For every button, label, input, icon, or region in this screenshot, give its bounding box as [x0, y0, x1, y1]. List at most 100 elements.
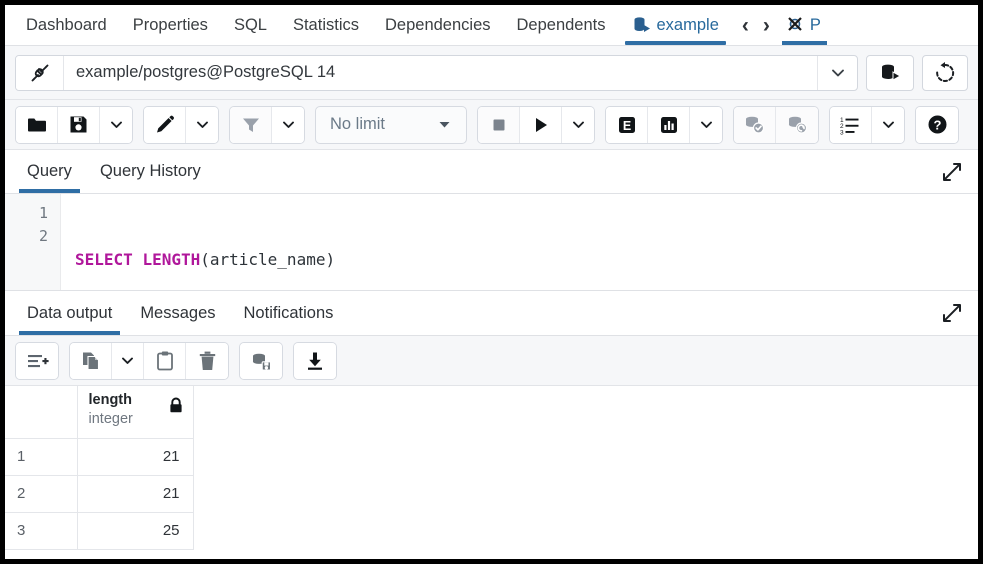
- chevron-down-icon[interactable]: [817, 56, 857, 90]
- cell-length[interactable]: 25: [77, 512, 193, 549]
- query-tool-toolbar: No limit: [5, 100, 978, 150]
- line-number: 2: [5, 225, 48, 248]
- cell-length[interactable]: 21: [77, 475, 193, 512]
- chevron-down-icon: [698, 116, 715, 133]
- trash-delete-icon: [197, 350, 218, 372]
- tab-nav-arrows: ‹ ›: [732, 5, 780, 45]
- row-number: 1: [5, 438, 77, 475]
- tab-sql-label: SQL: [234, 16, 267, 35]
- results-table: length integer: [5, 386, 194, 550]
- tab-example[interactable]: example: [619, 5, 732, 45]
- tab-statistics[interactable]: Statistics: [280, 5, 372, 45]
- expand-diagonal-icon: [940, 301, 964, 325]
- copy-caret-button[interactable]: [112, 343, 144, 379]
- edit-caret-button[interactable]: [186, 107, 218, 143]
- explain-analyze-button[interactable]: [648, 107, 690, 143]
- macros-button[interactable]: 1 2 3: [830, 107, 872, 143]
- tab-nav-prev-icon[interactable]: ‹: [738, 15, 753, 36]
- commit-button[interactable]: [734, 107, 776, 143]
- row-limit-select[interactable]: No limit: [315, 106, 467, 144]
- table-row[interactable]: 2 21: [5, 475, 193, 512]
- cell-length[interactable]: 21: [77, 438, 193, 475]
- stop-square-icon: [489, 115, 509, 135]
- disconnected-database-icon: [786, 15, 806, 35]
- stop-query-button[interactable]: [478, 107, 520, 143]
- chevron-down-icon: [880, 116, 897, 133]
- tab-query-history[interactable]: Query History: [86, 150, 215, 193]
- filter-caret-button[interactable]: [272, 107, 304, 143]
- copy-icon: [80, 350, 102, 372]
- macros-caret-button[interactable]: [872, 107, 904, 143]
- paste-clipboard-icon: [154, 350, 176, 372]
- save-file-caret-button[interactable]: [100, 107, 132, 143]
- pencil-icon: [154, 114, 176, 136]
- execute-query-button[interactable]: [520, 107, 562, 143]
- explain-E-icon: E: [616, 114, 638, 136]
- editor-code-area[interactable]: SELECT LENGTH(article_name) FROM submit_…: [61, 194, 978, 290]
- save-data-changes-button[interactable]: [240, 343, 282, 379]
- results-grid[interactable]: length integer: [5, 386, 978, 559]
- sql-plain: [133, 250, 143, 269]
- download-button[interactable]: [294, 343, 336, 379]
- tab-statistics-label: Statistics: [293, 16, 359, 35]
- delete-row-button[interactable]: [186, 343, 228, 379]
- save-file-button[interactable]: [58, 107, 100, 143]
- connection-string: example/postgres@PostgreSQL 14: [64, 63, 817, 82]
- row-number: 3: [5, 512, 77, 549]
- paste-button[interactable]: [144, 343, 186, 379]
- tab-clipped-partial[interactable]: P: [780, 5, 827, 45]
- edit-button-group: [143, 106, 219, 144]
- tab-nav-next-icon[interactable]: ›: [759, 15, 774, 36]
- explain-caret-button[interactable]: [690, 107, 722, 143]
- tab-dependents[interactable]: Dependents: [504, 5, 619, 45]
- database-connect-icon[interactable]: [866, 55, 914, 91]
- row-number-header: [5, 386, 77, 438]
- rollback-button[interactable]: [776, 107, 818, 143]
- tab-sql[interactable]: SQL: [221, 5, 280, 45]
- tab-properties[interactable]: Properties: [120, 5, 221, 45]
- database-icon: [632, 16, 651, 35]
- execute-caret-button[interactable]: [562, 107, 594, 143]
- open-file-button[interactable]: [16, 107, 58, 143]
- commit-database-check-icon: [743, 113, 766, 136]
- tab-dependencies[interactable]: Dependencies: [372, 5, 504, 45]
- help-question-icon: ?: [926, 113, 949, 136]
- row-limit-value: No limit: [330, 115, 385, 134]
- tab-query[interactable]: Query: [13, 150, 86, 193]
- tab-messages[interactable]: Messages: [126, 291, 229, 335]
- reset-layout-icon[interactable]: [922, 55, 968, 91]
- help-button[interactable]: ?: [916, 107, 958, 143]
- pgadmin-query-tool-window: Dashboard Properties SQL Statistics Depe…: [5, 5, 978, 559]
- transaction-button-group: [733, 106, 819, 144]
- expand-query-panel-button[interactable]: [940, 160, 964, 184]
- edit-button[interactable]: [144, 107, 186, 143]
- add-row-button[interactable]: [16, 343, 58, 379]
- save-data-changes-icon: [250, 350, 273, 372]
- row-number: 2: [5, 475, 77, 512]
- download-group: [293, 342, 337, 380]
- explain-analyze-chart-icon: [658, 114, 680, 136]
- svg-text:?: ?: [933, 117, 941, 132]
- table-row[interactable]: 1 21: [5, 438, 193, 475]
- tab-dashboard[interactable]: Dashboard: [13, 5, 120, 45]
- results-toolbar: [5, 336, 978, 386]
- sql-plain: (article_name): [200, 250, 335, 269]
- filter-button[interactable]: [230, 107, 272, 143]
- connection-bar: example/postgres@PostgreSQL 14: [5, 46, 978, 100]
- tab-data-output[interactable]: Data output: [13, 291, 126, 335]
- column-header-length[interactable]: length integer: [77, 386, 193, 438]
- sql-editor[interactable]: 1 2 SELECT LENGTH(article_name) FROM sub…: [5, 194, 978, 291]
- copy-button[interactable]: [70, 343, 112, 379]
- tab-notifications[interactable]: Notifications: [230, 291, 348, 335]
- explain-button-group: E: [605, 106, 723, 144]
- download-icon: [304, 350, 326, 372]
- caret-down-icon: [437, 117, 452, 132]
- chevron-down-icon: [570, 116, 587, 133]
- expand-output-panel-button[interactable]: [940, 301, 964, 325]
- explain-button[interactable]: E: [606, 107, 648, 143]
- connection-selector[interactable]: example/postgres@PostgreSQL 14: [15, 55, 858, 91]
- rollback-database-icon: [786, 113, 809, 136]
- table-row[interactable]: 3 25: [5, 512, 193, 549]
- sql-keyword: SELECT: [75, 250, 133, 269]
- add-row-group: [15, 342, 59, 380]
